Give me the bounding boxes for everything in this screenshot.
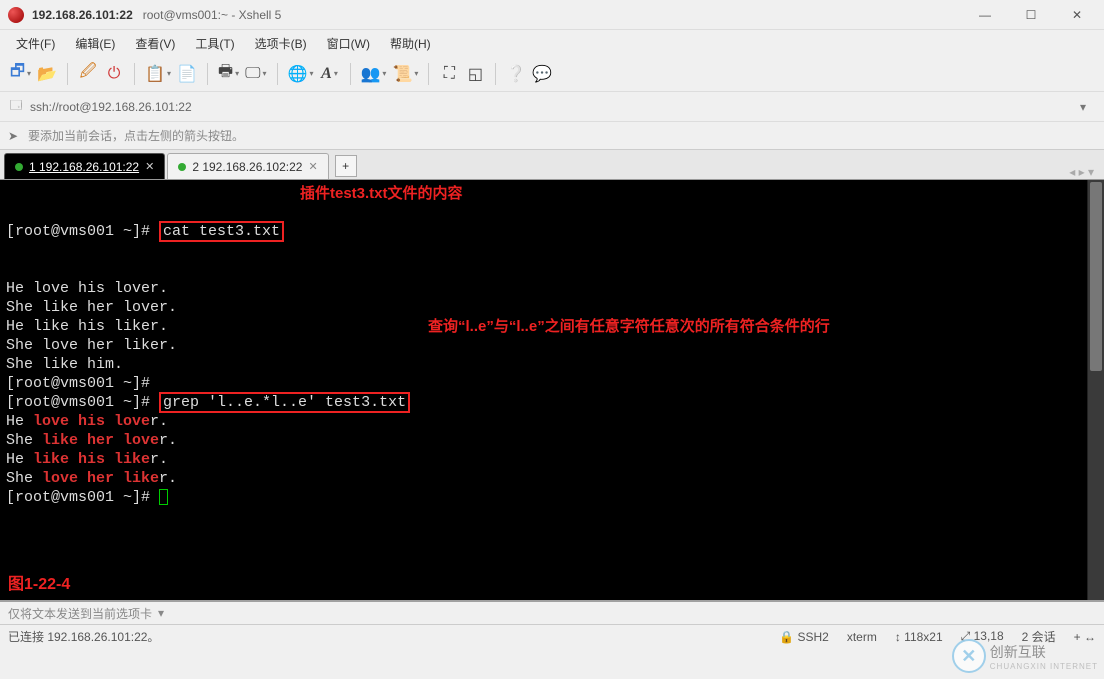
terminal-pane: [root@vms001 ~]# cat test3.txt 图1-22-4 He… [0, 180, 1104, 600]
status-dot-icon [178, 163, 186, 171]
address-dropdown-icon[interactable]: ▾ [1080, 100, 1096, 114]
toolbar: 🗗📂 🖉⏻ 📋📄 🖶🖵 🌐A 👥📜 ⛶◱ ❔💬 [0, 56, 1104, 92]
toolbar-separator [428, 63, 429, 85]
terminal-line: [root@vms001 ~]# [6, 374, 1081, 393]
terminal-line: She like her lover. [6, 431, 1081, 450]
figure-label: 图1-22-4 [8, 575, 70, 594]
menu-edit[interactable]: 编辑(E) [69, 33, 121, 54]
help-icon[interactable]: ❔ [504, 60, 528, 88]
send-bar: 仅将文本发送到当前选项卡 ▾ [0, 600, 1104, 624]
users-icon[interactable]: 👥 [359, 60, 389, 88]
hint-arrow-icon[interactable]: ➤ [8, 129, 22, 143]
title-bar: 192.168.26.101:22 root@vms001:~ - Xshell… [0, 0, 1104, 30]
status-bar: 已连接 192.168.26.101:22。 🔒 SSH2 xterm ↕ 11… [0, 624, 1104, 648]
terminal-line: He love his lover. [6, 279, 1081, 298]
annotation-cat: 插件test3.txt文件的内容 [300, 184, 463, 203]
tab-close-icon[interactable]: ✕ [308, 160, 317, 173]
script-icon[interactable]: 📜 [390, 60, 420, 88]
terminal-line: [root@vms001 ~]# [6, 488, 1081, 507]
toolbar-separator [350, 63, 351, 85]
maximize-button[interactable]: ☐ [1008, 1, 1054, 29]
menu-bar: 文件(F) 编辑(E) 查看(V) 工具(T) 选项卡(B) 窗口(W) 帮助(… [0, 30, 1104, 56]
status-size: ↕ 118x21 [895, 630, 943, 644]
menu-help[interactable]: 帮助(H) [384, 33, 437, 54]
annotation-grep: 查询“l..e”与“l..e”之间有任意字符任意次的所有符合条件的行 [428, 317, 830, 336]
address-input[interactable] [30, 100, 1080, 114]
terminal-scrollbar[interactable] [1087, 180, 1104, 600]
paste-icon[interactable]: 📄 [175, 60, 199, 88]
tab-session-1[interactable]: 1 192.168.26.101:22 ✕ [4, 153, 165, 179]
watermark-brand: 创新互联 [990, 644, 1046, 660]
chat-icon[interactable]: 💬 [530, 60, 554, 88]
window-title-sub: root@vms001:~ - Xshell 5 [143, 8, 282, 22]
terminal-line: He like his liker. [6, 450, 1081, 469]
disconnect-icon[interactable]: ⏻ [102, 60, 126, 88]
hint-text: 要添加当前会话，点击左侧的箭头按钮。 [28, 127, 244, 144]
window-controls: — ☐ ✕ [962, 1, 1100, 29]
tab-label: 1 192.168.26.101:22 [29, 160, 139, 174]
transparent-icon[interactable]: ◱ [463, 60, 487, 88]
toolbar-separator [495, 63, 496, 85]
status-dot-icon [15, 163, 23, 171]
watermark-sub: CHUANGXIN INTERNET [990, 662, 1098, 671]
font-icon[interactable]: A [318, 60, 342, 88]
menu-file[interactable]: 文件(F) [10, 33, 61, 54]
send-mode-dropdown-icon[interactable]: ▾ [158, 606, 164, 620]
fullscreen-icon[interactable]: ⛶ [437, 60, 461, 88]
tab-strip: 1 192.168.26.101:22 ✕ 2 192.168.26.102:2… [0, 150, 1104, 180]
toolbar-separator [207, 63, 208, 85]
tab-close-icon[interactable]: ✕ [145, 160, 154, 173]
terminal-line: She love her liker. [6, 336, 1081, 355]
address-lock-icon: 🗔 [8, 96, 24, 117]
terminal[interactable]: [root@vms001 ~]# cat test3.txt 图1-22-4 He… [0, 180, 1087, 600]
copy-icon[interactable]: 📋 [143, 60, 173, 88]
terminal-line: He love his lover. [6, 412, 1081, 431]
window-title-main: 192.168.26.101:22 [32, 8, 133, 22]
new-session-icon[interactable]: 🗗 [8, 60, 33, 88]
terminal-line: She like him. [6, 355, 1081, 374]
watermark-logo-icon: ✕ [952, 639, 986, 673]
menu-tabs[interactable]: 选项卡(B) [249, 33, 313, 54]
terminal-line: She love her liker. [6, 469, 1081, 488]
open-icon[interactable]: 📂 [35, 60, 59, 88]
terminal-line: She like her lover. [6, 298, 1081, 317]
reconnect-icon[interactable]: 🖉 [76, 60, 100, 88]
menu-window[interactable]: 窗口(W) [321, 33, 376, 54]
status-lock-icon: 🔒 SSH2 [779, 630, 829, 644]
toolbar-separator [134, 63, 135, 85]
terminal-line: [root@vms001 ~]# cat test3.txt [6, 222, 1081, 241]
toolbar-separator [277, 63, 278, 85]
tab-scroll-arrows[interactable]: ◂ ▸ ▾ [1069, 165, 1100, 179]
screen-icon[interactable]: 🖵 [243, 60, 268, 88]
address-bar: 🗔 ▾ [0, 92, 1104, 122]
cursor-icon [159, 489, 168, 505]
app-icon [8, 7, 24, 23]
toolbar-separator [67, 63, 68, 85]
tab-label: 2 192.168.26.102:22 [192, 160, 302, 174]
status-connection: 已连接 192.168.26.101:22。 [8, 628, 159, 645]
add-tab-button[interactable]: + [335, 155, 357, 177]
tab-session-2[interactable]: 2 192.168.26.102:22 ✕ [167, 153, 328, 179]
close-button[interactable]: ✕ [1054, 1, 1100, 29]
status-term: xterm [847, 630, 877, 644]
terminal-line: [root@vms001 ~]# grep 'l..e.*l..e' test3… [6, 393, 1081, 412]
minimize-button[interactable]: — [962, 1, 1008, 29]
find-icon[interactable]: 🖶 [216, 60, 241, 88]
watermark: ✕ 创新互联 CHUANGXIN INTERNET [952, 639, 1098, 673]
menu-view[interactable]: 查看(V) [129, 33, 181, 54]
menu-tools[interactable]: 工具(T) [189, 33, 240, 54]
color-icon[interactable]: 🌐 [286, 60, 316, 88]
hint-bar: ➤ 要添加当前会话，点击左侧的箭头按钮。 [0, 122, 1104, 150]
send-mode-label: 仅将文本发送到当前选项卡 [8, 605, 152, 622]
